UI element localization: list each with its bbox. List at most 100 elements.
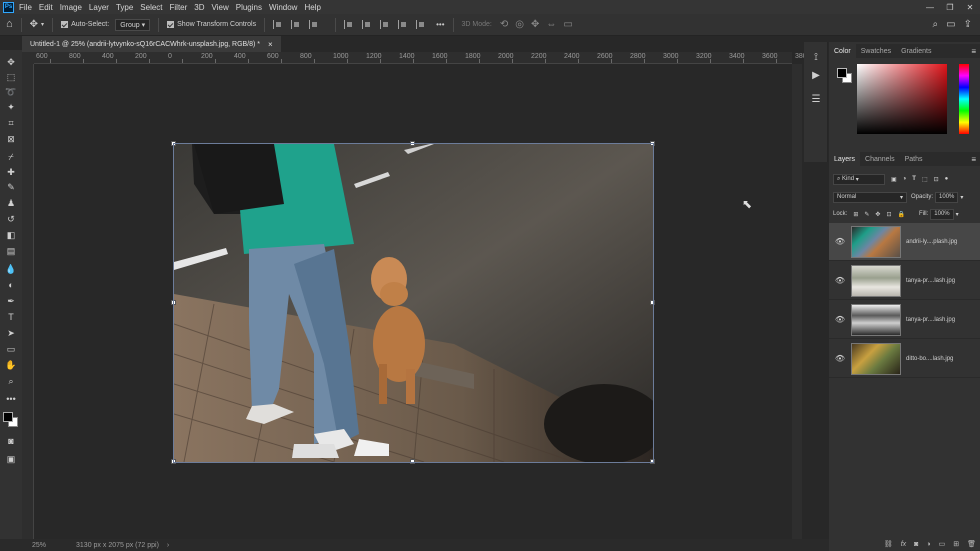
align-right-icon[interactable] — [309, 20, 318, 29]
history-brush-icon[interactable]: ↺ — [4, 212, 18, 226]
eyedropper-icon[interactable]: ⌿ — [4, 150, 18, 164]
rectangle-tool-icon[interactable]: ▭ — [4, 342, 18, 356]
document-image[interactable] — [174, 144, 653, 462]
chevron-down-icon[interactable]: ▾ — [41, 22, 44, 28]
document-tab[interactable]: Untitled-1 @ 25% (andrii-lytvynko-sQ16rC… — [22, 36, 281, 52]
transform-handle-bc[interactable] — [410, 459, 415, 464]
opacity-input[interactable]: 100% — [935, 191, 959, 203]
menu-file[interactable]: File — [19, 3, 32, 12]
fill-chevron-icon[interactable]: ▾ — [956, 211, 959, 218]
align-top-icon[interactable] — [344, 20, 353, 29]
filter-shape-icon[interactable]: ⬚ — [922, 176, 928, 183]
menu-layer[interactable]: Layer — [89, 3, 109, 12]
layers-menu-icon[interactable]: ≡ — [971, 155, 976, 164]
layer-name[interactable]: andrii-ly....plash.jpg — [906, 239, 957, 245]
transform-handle-tr[interactable] — [650, 141, 655, 146]
lock-transparent-icon[interactable]: ⊞ — [853, 211, 858, 218]
pen-tool-icon[interactable]: ✒ — [4, 294, 18, 308]
zoom-tool-icon[interactable]: ⌕ — [4, 374, 18, 388]
lasso-tool-icon[interactable]: ➰ — [4, 85, 18, 99]
transform-handle-bl[interactable] — [171, 459, 176, 464]
transform-handle-tl[interactable] — [171, 141, 176, 146]
folder-icon[interactable]: ▭ — [939, 540, 946, 548]
quick-mask-icon[interactable]: ◙ — [4, 434, 18, 448]
libraries-icon[interactable]: ⟟ — [809, 50, 823, 64]
menu-plugins[interactable]: Plugins — [236, 3, 262, 12]
auto-select-dropdown[interactable]: Group ▾ — [115, 18, 151, 31]
menu-type[interactable]: Type — [116, 3, 133, 12]
new-layer-icon[interactable]: ⊞ — [953, 540, 959, 548]
visibility-eye-icon[interactable]: 👁 — [833, 354, 847, 363]
menu-filter[interactable]: Filter — [170, 3, 188, 12]
align-middle-icon[interactable] — [362, 20, 371, 29]
path-select-icon[interactable]: ➤ — [4, 326, 18, 340]
layer-name[interactable]: tanya-pr....lash.jpg — [906, 278, 955, 284]
menu-select[interactable]: Select — [140, 3, 162, 12]
filter-adjust-icon[interactable]: ◑ — [903, 176, 907, 182]
close-window-icon[interactable]: ✕ — [960, 3, 980, 12]
menu-image[interactable]: Image — [60, 3, 82, 12]
menu-view[interactable]: View — [212, 3, 229, 12]
link-icon[interactable]: ⛓ — [884, 540, 893, 548]
gradient-tool-icon[interactable]: ▤ — [4, 244, 18, 258]
home-icon[interactable]: ⌂ — [6, 19, 13, 30]
search-icon[interactable]: ⌕ — [933, 19, 939, 30]
menu-edit[interactable]: Edit — [39, 3, 53, 12]
distribute-icon[interactable] — [398, 20, 407, 29]
move-tool-icon[interactable]: ✥ — [4, 55, 18, 69]
align-center-icon[interactable] — [291, 20, 300, 29]
move-tool-icon[interactable]: ✥ — [30, 19, 38, 30]
lock-all-icon[interactable]: 🔒 — [897, 211, 904, 218]
lock-artboard-icon[interactable]: ⊡ — [886, 211, 891, 218]
actions-play-icon[interactable]: ▶ — [809, 68, 823, 82]
menu-3d[interactable]: 3D — [194, 3, 204, 12]
tab-channels[interactable]: Channels — [860, 152, 900, 166]
adjustment-icon[interactable]: ◑ — [926, 541, 930, 548]
color-picker-field[interactable] — [857, 64, 947, 134]
filter-pixel-icon[interactable]: ▣ — [891, 176, 897, 183]
layer-name[interactable]: tanya-pr....lash.jpg — [906, 317, 955, 323]
align-left-icon[interactable] — [273, 20, 282, 29]
dodge-tool-icon[interactable]: ◐ — [4, 278, 18, 292]
healing-brush-icon[interactable]: ✚ — [4, 165, 18, 179]
layer-row[interactable]: 👁 andrii-ly....plash.jpg — [829, 223, 980, 261]
blend-mode-dropdown[interactable]: Normal ▾ — [833, 191, 907, 203]
mask-icon[interactable]: ◙ — [914, 541, 918, 548]
fx-icon[interactable]: fx — [901, 541, 906, 548]
tab-color[interactable]: Color — [829, 44, 856, 58]
hue-slider[interactable] — [959, 64, 969, 134]
3d-scale-icon[interactable]: ▭ — [563, 19, 572, 30]
status-arrow-icon[interactable]: › — [167, 542, 169, 549]
auto-select-checkbox[interactable] — [61, 21, 69, 28]
opacity-chevron-icon[interactable]: ▾ — [960, 194, 963, 201]
edit-toolbar-icon[interactable]: ••• — [4, 392, 18, 406]
filter-smart-icon[interactable]: ⊡ — [934, 176, 939, 183]
filter-toggle-icon[interactable]: ● — [945, 176, 949, 182]
transform-handle-ml[interactable] — [171, 300, 176, 305]
menu-help[interactable]: Help — [304, 3, 320, 12]
3d-rotate-icon[interactable]: ⟲ — [500, 19, 508, 30]
visibility-eye-icon[interactable]: 👁 — [833, 315, 847, 324]
layer-row[interactable]: 👁 tanya-pr....lash.jpg — [829, 262, 980, 300]
foreground-color-icon[interactable] — [3, 412, 13, 422]
frame-tool-icon[interactable]: ⊠ — [4, 132, 18, 146]
lock-paint-icon[interactable]: ✎ — [864, 211, 869, 218]
brush-tool-icon[interactable]: ✎ — [4, 180, 18, 194]
show-transform-checkbox[interactable] — [167, 21, 175, 28]
tab-swatches[interactable]: Swatches — [856, 44, 896, 58]
share-icon[interactable]: ⇪ — [964, 19, 972, 30]
blur-tool-icon[interactable]: 💧 — [4, 262, 18, 276]
filter-kind-dropdown[interactable]: ⌕ Kind ▾ — [833, 173, 885, 185]
align-bottom-icon[interactable] — [380, 20, 389, 29]
marquee-tool-icon[interactable]: ⬚ — [4, 70, 18, 84]
layer-row[interactable]: 👁 tanya-pr....lash.jpg — [829, 301, 980, 339]
fill-input[interactable]: 100% — [930, 208, 954, 220]
hand-tool-icon[interactable]: ✋ — [4, 358, 18, 372]
minimize-icon[interactable]: — — [920, 3, 940, 12]
zoom-level[interactable]: 25% — [32, 542, 46, 549]
layer-name[interactable]: ditto-bo....lash.jpg — [906, 356, 953, 362]
layer-row[interactable]: 👁 ditto-bo....lash.jpg — [829, 340, 980, 378]
3d-roll-icon[interactable]: ◎ — [515, 19, 524, 30]
distribute-vertical-icon[interactable] — [416, 20, 425, 29]
crop-tool-icon[interactable]: ⌗ — [4, 116, 18, 130]
